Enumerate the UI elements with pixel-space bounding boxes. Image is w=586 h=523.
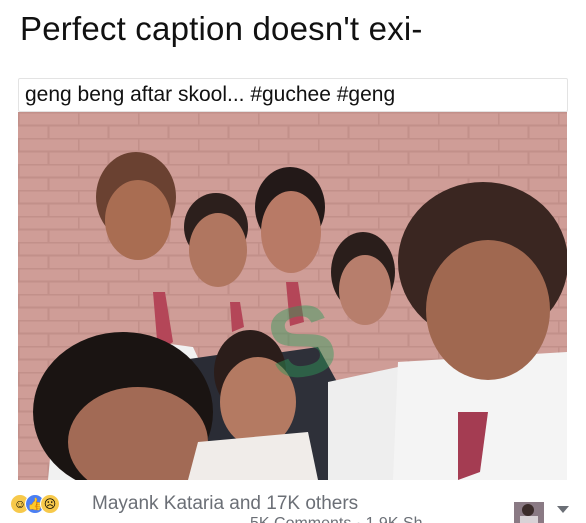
group-selfie-image: S [18,112,567,480]
post-photo[interactable]: S [18,112,567,480]
chevron-down-icon[interactable] [557,506,569,513]
avatar-image [514,502,544,523]
post-caption: geng beng aftar skool... #guchee #geng [25,83,396,106]
post-headline: Perfect caption doesn't exi- [20,10,423,47]
counts-clip: 5K Comments · 1.9K Sh [250,515,450,523]
caption-box: geng beng aftar skool... #guchee #geng [18,78,568,112]
reactions-summary[interactable]: Mayank Kataria and 17K others [92,493,358,515]
viewer-avatar[interactable] [514,502,544,523]
sad-emoji-icon: ☹ [40,494,60,514]
comments-shares-count[interactable]: 5K Comments · 1.9K Sh [250,515,423,523]
